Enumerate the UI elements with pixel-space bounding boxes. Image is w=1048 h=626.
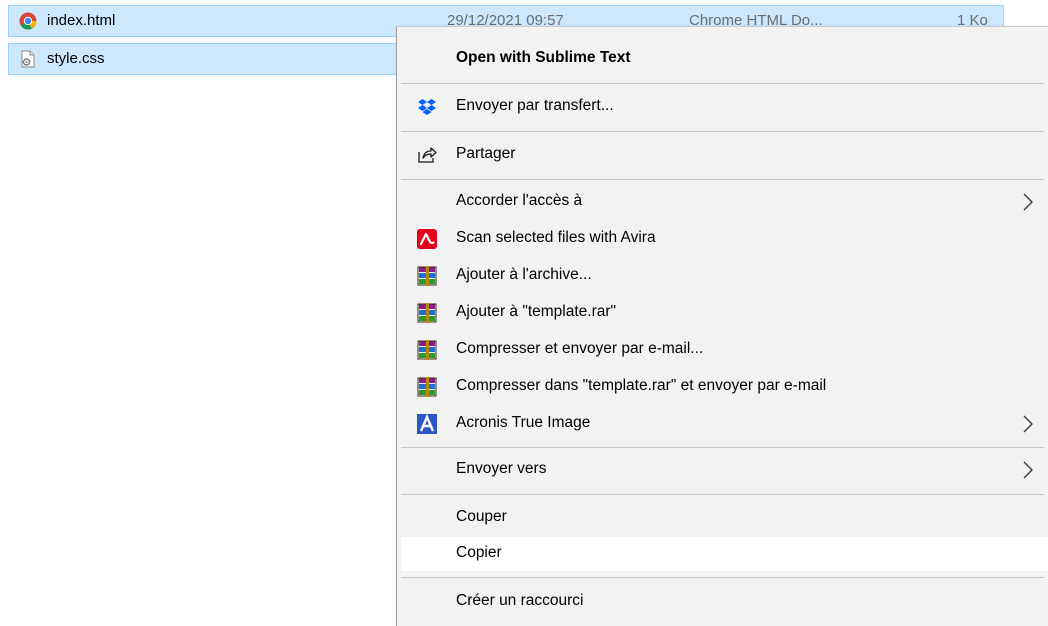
chrome-icon <box>19 12 37 30</box>
menu-separator <box>401 447 1044 448</box>
menu-item-label: Ajouter à "template.rar" <box>456 303 617 320</box>
menu-separator <box>401 83 1044 84</box>
menu-item-cut[interactable]: Couper <box>401 501 1048 535</box>
menu-item-add-archive[interactable]: Ajouter à l'archive... <box>401 259 1048 293</box>
menu-item-open-with-sublime[interactable]: Open with Sublime Text <box>401 42 1048 76</box>
menu-item-label: Scan selected files with Avira <box>456 229 656 246</box>
menu-item-compress-email[interactable]: Compresser et envoyer par e-mail... <box>401 333 1048 367</box>
menu-item-scan-avira[interactable]: Scan selected files with Avira <box>401 222 1048 256</box>
menu-separator <box>401 494 1044 495</box>
menu-separator <box>401 131 1044 132</box>
menu-item-label: Couper <box>456 508 507 525</box>
acronis-icon <box>417 413 437 434</box>
avira-icon <box>417 229 437 249</box>
menu-item-grant-access[interactable]: Accorder l'accès à <box>401 185 1048 219</box>
menu-item-label: Partager <box>456 145 516 162</box>
winrar-icon <box>417 377 437 397</box>
context-menu: Open with Sublime Text Envoyer par trans… <box>396 26 1048 626</box>
chevron-right-icon <box>1022 415 1034 433</box>
chevron-right-icon <box>1022 461 1034 479</box>
menu-separator <box>401 179 1044 180</box>
menu-item-label: Envoyer vers <box>456 460 547 477</box>
chevron-right-icon <box>1022 193 1034 211</box>
menu-item-add-template-rar[interactable]: Ajouter à "template.rar" <box>401 296 1048 330</box>
menu-item-send-to[interactable]: Envoyer vers <box>401 453 1048 487</box>
file-row-style-css[interactable]: style.css <box>8 43 402 75</box>
menu-item-share[interactable]: Partager <box>401 138 1048 172</box>
menu-item-create-shortcut[interactable]: Créer un raccourci <box>401 585 1048 619</box>
menu-item-label: Compresser et envoyer par e-mail... <box>456 340 704 357</box>
menu-item-label: Acronis True Image <box>456 414 591 431</box>
file-name: index.html <box>47 12 116 29</box>
menu-item-acronis[interactable]: Acronis True Image <box>401 407 1048 441</box>
menu-separator <box>401 577 1044 578</box>
css-file-icon <box>19 50 37 68</box>
winrar-icon <box>417 340 437 360</box>
winrar-icon <box>417 266 437 286</box>
menu-item-send-transfer[interactable]: Envoyer par transfert... <box>401 90 1048 124</box>
menu-item-compress-template-email[interactable]: Compresser dans "template.rar" et envoye… <box>401 370 1048 404</box>
menu-item-copy[interactable]: Copier <box>401 537 1048 571</box>
dropbox-icon <box>417 97 437 117</box>
menu-item-label: Compresser dans "template.rar" et envoye… <box>456 377 827 394</box>
share-icon <box>417 145 437 165</box>
menu-item-label: Copier <box>456 544 502 561</box>
winrar-icon <box>417 303 437 323</box>
menu-item-label: Open with Sublime Text <box>456 49 631 66</box>
menu-item-label: Ajouter à l'archive... <box>456 266 592 283</box>
menu-item-label: Créer un raccourci <box>456 592 584 609</box>
file-name: style.css <box>47 50 105 67</box>
menu-item-label: Envoyer par transfert... <box>456 97 614 114</box>
menu-item-label: Accorder l'accès à <box>456 192 583 209</box>
